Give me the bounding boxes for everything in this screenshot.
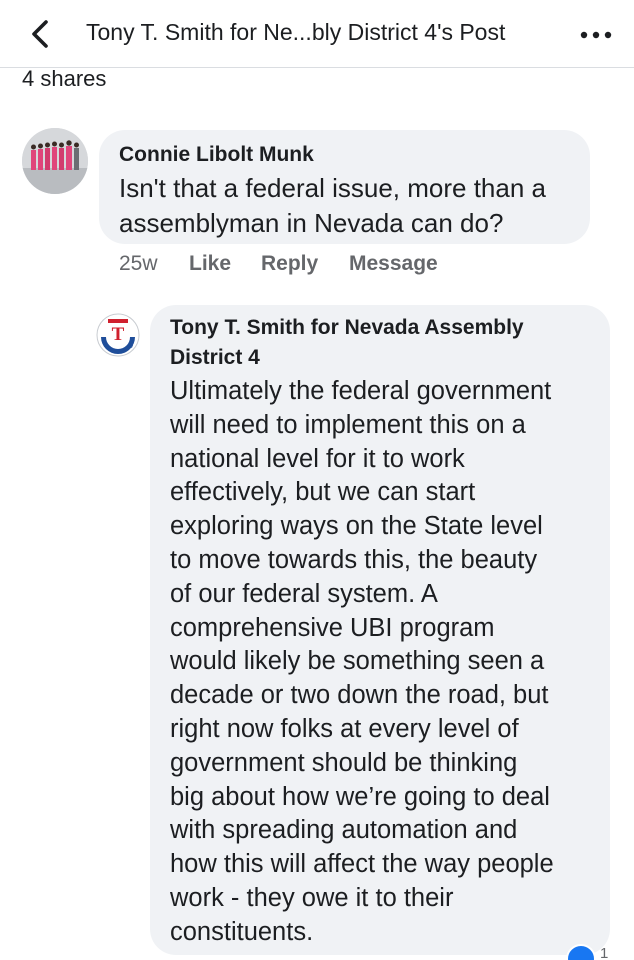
reaction-count[interactable]: 1 xyxy=(600,945,608,960)
reply-text-line: decade or two down the road, but xyxy=(170,681,549,710)
reply-text-line: effectively, but we can start xyxy=(170,478,476,507)
like-button[interactable]: Like xyxy=(189,252,231,276)
back-button[interactable] xyxy=(22,14,58,54)
reply-text-line: government should be thinking xyxy=(170,748,518,777)
reply-text-line: big about how we’re going to deal xyxy=(170,782,550,811)
reply-text-line: would likely be something seen a xyxy=(170,647,545,676)
reply-text-line: will need to implement this on a xyxy=(170,410,526,439)
comment-author[interactable]: Connie Libolt Munk xyxy=(119,142,570,168)
reply-text-line: with spreading automation and xyxy=(170,816,518,845)
reply-text: Ultimately the federal government will n… xyxy=(170,375,590,950)
reply-bubble: Tony T. Smith for Nevada Assembly Distri… xyxy=(150,305,610,955)
reply-author[interactable]: Tony T. Smith for Nevada Assembly Distri… xyxy=(170,313,590,373)
reply-text-line: of our federal system. A xyxy=(170,579,438,608)
reply-text-line: national level for it to work xyxy=(170,444,465,473)
reply-text-line: Ultimately the federal government xyxy=(170,377,552,405)
comment-timestamp[interactable]: 25w xyxy=(119,252,158,276)
chevron-left-icon xyxy=(32,20,48,48)
reply-text-line: to move towards this, the beauty xyxy=(170,545,538,574)
top-bar: Tony T. Smith for Ne...bly District 4's … xyxy=(0,0,634,68)
reply-author-line-1: Tony T. Smith for Nevada Assembly xyxy=(170,316,524,339)
reply-text-line: work - they owe it to their xyxy=(170,883,454,912)
page-avatar[interactable]: T NV xyxy=(96,313,140,357)
avatar[interactable] xyxy=(22,128,88,194)
comment-text: Isn't that a federal issue, more than a … xyxy=(119,173,546,238)
page-title: Tony T. Smith for Ne...bly District 4's … xyxy=(86,19,506,45)
reply-author-line-2: District 4 xyxy=(170,346,260,369)
comment-bubble: Connie Libolt Munk Isn't that a federal … xyxy=(99,130,590,244)
campaign-logo-icon: T NV xyxy=(96,313,140,357)
more-options-button[interactable] xyxy=(576,20,616,50)
svg-text:NV: NV xyxy=(127,344,133,349)
svg-text:T: T xyxy=(112,324,125,345)
reply-text-line: constituents. xyxy=(170,917,314,946)
message-button[interactable]: Message xyxy=(349,252,438,276)
reply-button[interactable]: Reply xyxy=(261,252,318,276)
group-photo-icon xyxy=(22,128,88,194)
reply-text-line: how this will affect the way people xyxy=(170,850,554,879)
reply-text-line: right now folks at every level of xyxy=(170,714,519,743)
reply-text-line: exploring ways on the State level xyxy=(170,512,543,541)
shares-count[interactable]: 4 shares xyxy=(22,66,106,92)
reply-text-line: comprehensive UBI program xyxy=(170,613,495,642)
more-horizontal-icon xyxy=(580,31,612,39)
